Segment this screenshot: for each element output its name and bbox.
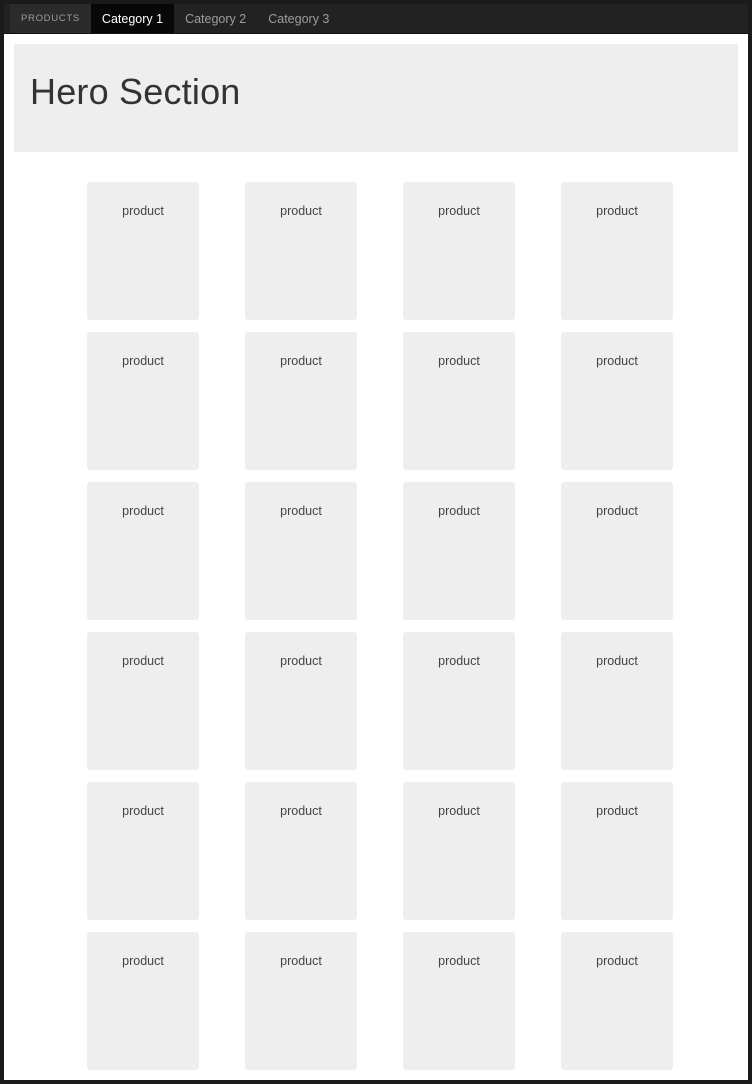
product-card-label: product [122, 204, 164, 218]
page-frame: PRODUCTS Category 1 Category 2 Category … [0, 0, 752, 1084]
product-card[interactable]: product [403, 182, 515, 320]
hero-title: Hero Section [30, 71, 241, 112]
product-grid: product product product product product … [4, 182, 748, 1080]
product-card[interactable]: product [245, 332, 357, 470]
product-card-label: product [280, 204, 322, 218]
product-card[interactable]: product [245, 182, 357, 320]
product-card[interactable]: product [87, 482, 199, 620]
product-card-label: product [596, 654, 638, 668]
product-card[interactable]: product [403, 482, 515, 620]
product-card[interactable]: product [403, 332, 515, 470]
product-card-label: product [280, 504, 322, 518]
product-card-label: product [122, 954, 164, 968]
product-card[interactable]: product [403, 632, 515, 770]
product-card-label: product [438, 654, 480, 668]
product-card-label: product [596, 954, 638, 968]
product-row: product product product product [4, 632, 748, 782]
product-card[interactable]: product [87, 182, 199, 320]
product-card[interactable]: product [561, 332, 673, 470]
nav-tab-category-1[interactable]: Category 1 [90, 4, 175, 33]
product-row: product product product product [4, 332, 748, 482]
product-card[interactable]: product [87, 332, 199, 470]
product-row: product product product product [4, 932, 748, 1080]
product-card-label: product [438, 504, 480, 518]
product-card-label: product [596, 504, 638, 518]
navbar-brand-label: PRODUCTS [21, 13, 80, 24]
product-card[interactable]: product [245, 932, 357, 1070]
product-card-label: product [438, 954, 480, 968]
product-card[interactable]: product [561, 182, 673, 320]
nav-tab-label: Category 1 [101, 11, 164, 26]
product-card[interactable]: product [245, 632, 357, 770]
product-card[interactable]: product [561, 482, 673, 620]
product-card[interactable]: product [403, 932, 515, 1070]
product-card[interactable]: product [87, 782, 199, 920]
product-card[interactable]: product [245, 782, 357, 920]
product-row: product product product product [4, 182, 748, 332]
product-card-label: product [596, 804, 638, 818]
product-row: product product product product [4, 482, 748, 632]
nav-tab-label: Category 2 [185, 11, 247, 26]
product-card[interactable]: product [245, 482, 357, 620]
navbar-brand[interactable]: PRODUCTS [10, 4, 91, 33]
product-card-label: product [438, 354, 480, 368]
product-card[interactable]: product [87, 632, 199, 770]
product-card[interactable]: product [561, 782, 673, 920]
nav-tab-label: Category 3 [268, 11, 330, 26]
nav-tab-category-2[interactable]: Category 2 [174, 4, 257, 33]
product-card-label: product [280, 954, 322, 968]
page-content: PRODUCTS Category 1 Category 2 Category … [4, 4, 748, 1080]
product-card-label: product [596, 354, 638, 368]
product-card-label: product [438, 204, 480, 218]
product-card-label: product [122, 654, 164, 668]
product-card-label: product [280, 354, 322, 368]
product-card[interactable]: product [561, 632, 673, 770]
product-card[interactable]: product [403, 782, 515, 920]
product-card[interactable]: product [87, 932, 199, 1070]
product-card-label: product [280, 804, 322, 818]
product-row: product product product product [4, 782, 748, 932]
product-card-label: product [122, 804, 164, 818]
product-card-label: product [596, 204, 638, 218]
product-card-label: product [280, 654, 322, 668]
navbar: PRODUCTS Category 1 Category 2 Category … [4, 4, 748, 34]
product-card-label: product [438, 804, 480, 818]
product-card-label: product [122, 354, 164, 368]
hero-section: Hero Section [14, 44, 738, 152]
product-card-label: product [122, 504, 164, 518]
product-card[interactable]: product [561, 932, 673, 1070]
nav-tab-category-3[interactable]: Category 3 [257, 4, 340, 33]
